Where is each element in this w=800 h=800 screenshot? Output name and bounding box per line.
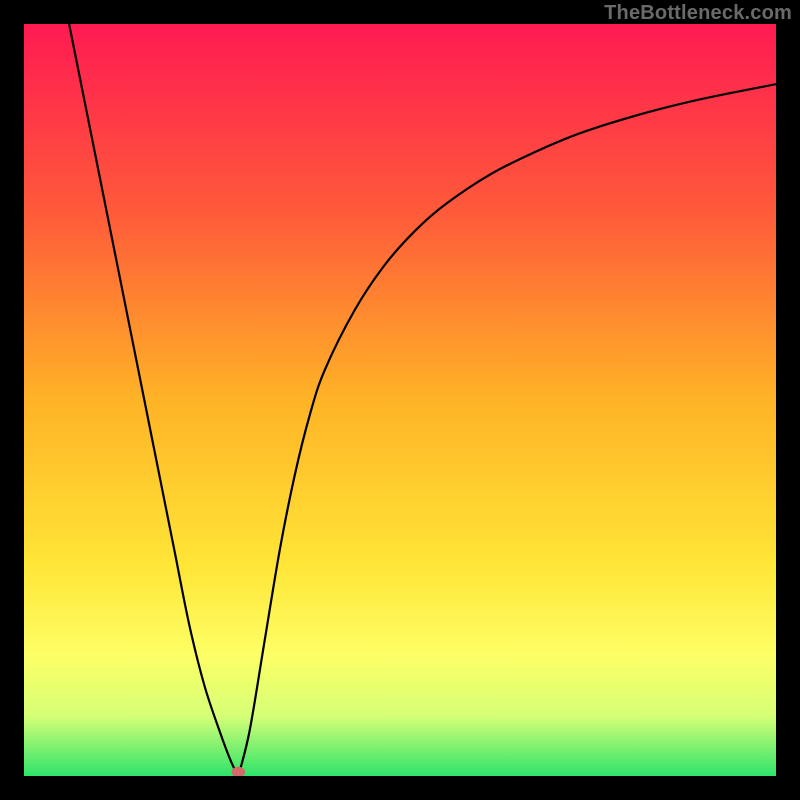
gradient-background bbox=[24, 24, 776, 776]
chart-frame bbox=[24, 24, 776, 776]
watermark-text: TheBottleneck.com bbox=[604, 2, 792, 25]
bottleneck-chart bbox=[24, 24, 776, 776]
